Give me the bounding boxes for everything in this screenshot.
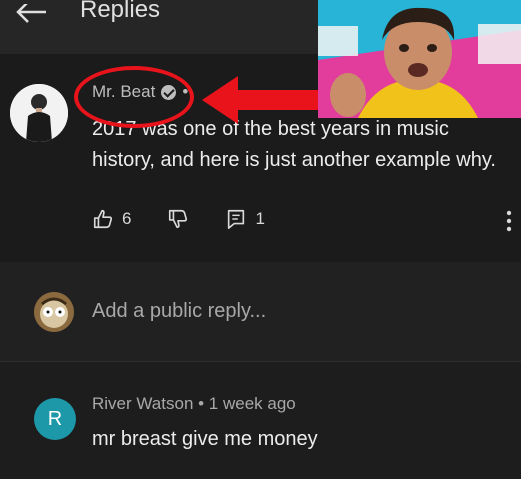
page-title: Replies: [80, 0, 161, 23]
person-photo-icon: [318, 0, 521, 118]
reply-input[interactable]: Add a public reply...: [92, 300, 266, 323]
avatar: [34, 292, 74, 332]
avatar[interactable]: R: [34, 398, 76, 440]
cartoon-avatar-icon: [34, 292, 74, 332]
thumbs-up-icon: [93, 209, 113, 229]
like-count: 6: [122, 209, 132, 228]
back-arrow-icon[interactable]: [14, 4, 48, 28]
reply-count: 1: [255, 209, 265, 228]
reply-text: mr breast give me money: [92, 428, 318, 450]
dislike-button[interactable]: [167, 208, 189, 230]
reply-button[interactable]: 1: [225, 208, 265, 230]
red-highlight-circle: [74, 66, 194, 128]
reply-comment: R River Watson • 1 week ago mr breast gi…: [0, 362, 521, 479]
reply-comment-icon: [228, 209, 245, 229]
person-silhouette-icon: [10, 84, 68, 142]
reply-composer: Add a public reply...: [0, 262, 521, 362]
avatar[interactable]: [10, 84, 68, 142]
comment-text-line: history, and here is just another exampl…: [92, 149, 496, 171]
like-button[interactable]: 6: [92, 208, 131, 230]
reply-author-meta: River Watson • 1 week ago: [92, 394, 296, 413]
thumbs-down-icon: [169, 209, 188, 229]
reaction-photo: [318, 0, 521, 118]
more-vertical-icon[interactable]: [506, 210, 512, 232]
comment-actions: 6 1: [92, 204, 301, 234]
